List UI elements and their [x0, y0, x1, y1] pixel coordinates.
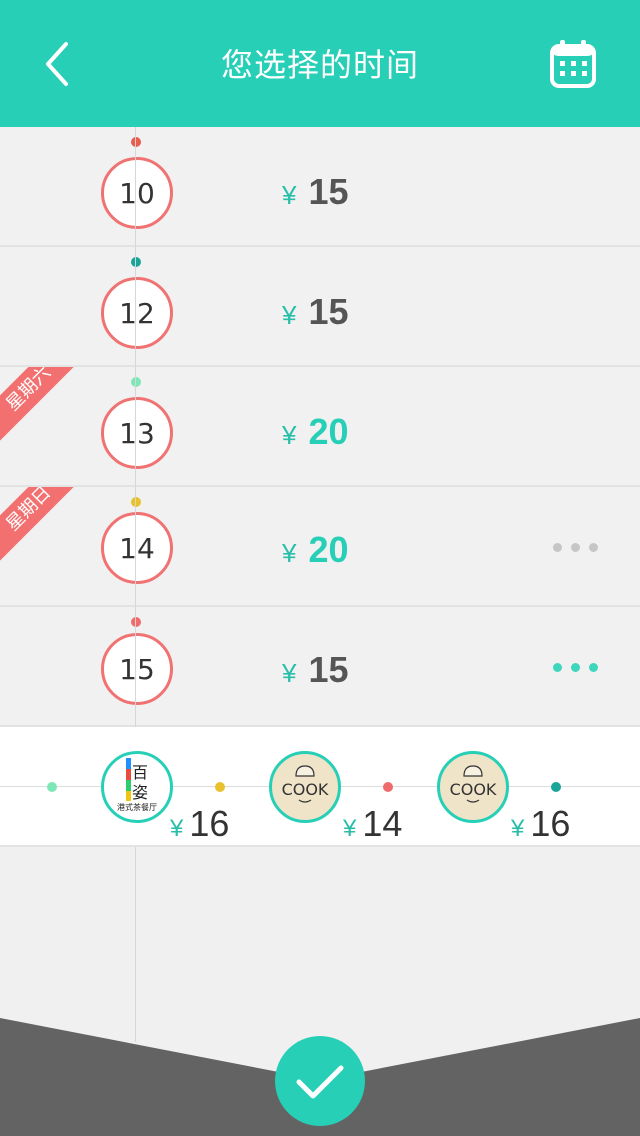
weekday-ribbon: 星期六 [0, 367, 74, 441]
shop-price: ¥16 [511, 803, 570, 845]
currency-symbol: ¥ [343, 815, 357, 842]
shop-price: ¥14 [343, 803, 402, 845]
currency-symbol: ¥ [282, 658, 297, 688]
weekday-label: 星期日 [0, 487, 74, 561]
shop-name: COOK [450, 780, 497, 799]
svg-text:姿: 姿 [132, 783, 148, 802]
price-value: 20 [308, 529, 349, 570]
more-button[interactable] [553, 543, 598, 552]
price-value: 16 [530, 803, 571, 844]
shop-name: 港式茶餐厅 [117, 802, 157, 812]
timeline-dot [131, 497, 141, 507]
price-label: ¥20 [282, 529, 349, 571]
day-row[interactable]: 10 ¥15 [0, 127, 640, 247]
more-dot-icon [589, 663, 598, 672]
more-dot-icon [553, 663, 562, 672]
calendar-button[interactable] [545, 36, 601, 92]
price-value: 20 [308, 411, 349, 452]
shop-name: COOK [282, 780, 329, 799]
day-circle: 12 [101, 277, 173, 349]
day-circle: 13 [101, 397, 173, 469]
day-row[interactable]: 15 ¥15 [0, 607, 640, 727]
calendar-icon [550, 40, 596, 88]
app-header: 您选择的时间 [0, 0, 640, 127]
currency-symbol: ¥ [170, 815, 184, 842]
price-label: ¥15 [282, 171, 349, 213]
more-button[interactable] [553, 663, 598, 672]
day-circle: 15 [101, 633, 173, 705]
price-value: 14 [362, 803, 403, 844]
day-row[interactable]: 星期日 14 ¥20 [0, 487, 640, 607]
checkmark-icon [296, 1065, 344, 1099]
day-row[interactable]: 12 ¥15 [0, 247, 640, 367]
day-circle: 10 [101, 157, 173, 229]
timeline-line [135, 127, 136, 1042]
shop-logo[interactable]: COOK [269, 751, 341, 823]
shop-logo[interactable]: 百 姿 港式茶餐厅 [101, 751, 173, 823]
shop-dot [47, 782, 57, 792]
price-label: ¥20 [282, 411, 349, 453]
more-dot-icon [571, 543, 580, 552]
currency-symbol: ¥ [282, 180, 297, 210]
shop-row: 百 姿 港式茶餐厅 ¥16 COOK ¥14 COOK ¥16 [0, 727, 640, 847]
currency-symbol: ¥ [282, 420, 297, 450]
currency-symbol: ¥ [511, 815, 525, 842]
price-value: 15 [308, 649, 349, 690]
day-circle: 14 [101, 512, 173, 584]
page-title: 您选择的时间 [220, 46, 419, 84]
shop-logo[interactable]: COOK [437, 751, 509, 823]
currency-symbol: ¥ [282, 300, 297, 330]
more-dot-icon [553, 543, 562, 552]
more-dot-icon [571, 663, 580, 672]
shop-dot [215, 782, 225, 792]
svg-text:百: 百 [132, 763, 148, 782]
shop-dot [383, 782, 393, 792]
price-label: ¥15 [282, 291, 349, 333]
price-value: 15 [308, 291, 349, 332]
price-label: ¥15 [282, 649, 349, 691]
more-dot-icon [589, 543, 598, 552]
tea-restaurant-logo-icon: 百 姿 港式茶餐厅 [117, 758, 157, 812]
cook-logo-icon: COOK [282, 765, 329, 803]
price-value: 15 [308, 171, 349, 212]
shop-price: ¥16 [170, 803, 229, 845]
timeline-dot [131, 137, 141, 147]
day-row[interactable]: 星期六 13 ¥20 [0, 367, 640, 487]
timeline-dot [131, 377, 141, 387]
price-value: 16 [189, 803, 230, 844]
confirm-button[interactable] [275, 1036, 365, 1126]
timeline-dot [131, 257, 141, 267]
weekday-ribbon: 星期日 [0, 487, 74, 561]
weekday-label: 星期六 [0, 367, 74, 441]
shop-dot [551, 782, 561, 792]
cook-logo-icon: COOK [450, 765, 497, 803]
timeline-dot [131, 617, 141, 627]
currency-symbol: ¥ [282, 538, 297, 568]
